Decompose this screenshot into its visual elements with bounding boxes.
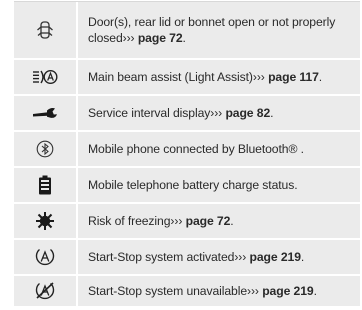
reference-arrow: ›››	[210, 106, 223, 120]
reference-arrow: ›››	[252, 70, 265, 84]
bluetooth-icon	[36, 140, 54, 158]
start-stop-unavailable-icon	[35, 282, 55, 300]
reference-arrow: ›››	[247, 284, 259, 298]
table-row: Service interval display››› page 82.	[14, 96, 360, 132]
row-text: Start-Stop system unavailable	[88, 284, 248, 298]
page-reference-link[interactable]: page 82	[225, 106, 270, 120]
page-reference-link[interactable]: page 72	[186, 214, 231, 228]
wrench-icon	[33, 108, 57, 118]
row-text: Risk of freezing	[88, 214, 171, 228]
table-row: Main beam assist (Light Assist)››› page …	[14, 60, 360, 96]
battery-icon	[39, 175, 51, 195]
row-end: .	[230, 214, 234, 228]
icon-cell	[14, 60, 78, 94]
icon-cell	[14, 96, 78, 130]
row-description: Main beam assist (Light Assist)››› page …	[78, 60, 360, 94]
row-text: Start-Stop system activated	[88, 250, 235, 264]
row-text: Service interval display	[88, 106, 211, 120]
table-row: Mobile telephone battery charge status.	[14, 168, 360, 204]
row-description: Risk of freezing››› page 72.	[78, 204, 360, 238]
icon-cell	[14, 168, 78, 202]
page-reference-link[interactable]: page 72	[138, 31, 183, 45]
row-end: .	[182, 31, 186, 45]
icon-cell	[14, 240, 78, 274]
row-description: Service interval display››› page 82.	[78, 96, 360, 130]
row-text: Mobile telephone battery charge status.	[88, 178, 298, 192]
start-stop-icon	[35, 248, 55, 266]
row-end: .	[270, 106, 274, 120]
row-end: .	[300, 250, 305, 264]
row-description: Start-Stop system unavailable››› page 21…	[78, 276, 360, 306]
icon-cell	[14, 2, 78, 58]
snowflake-icon	[36, 212, 54, 230]
row-description: Door(s), rear lid or bonnet open or not …	[78, 2, 360, 58]
reference-arrow: ›››	[122, 31, 135, 45]
page-reference-link[interactable]: page 219	[250, 250, 301, 264]
icon-cell	[14, 204, 78, 238]
row-text: Main beam assist (Light Assist)	[88, 70, 253, 84]
main-beam-assist-icon	[33, 69, 58, 85]
row-description: Mobile phone connected by Bluetooth® .	[78, 132, 360, 166]
icon-cell	[14, 132, 78, 166]
row-description: Mobile telephone battery charge status.	[78, 168, 360, 202]
reference-arrow: ›››	[170, 214, 183, 228]
row-text: Mobile phone connected by Bluetooth® .	[88, 142, 304, 156]
table-row: Start-Stop system unavailable››› page 21…	[14, 276, 360, 308]
warning-symbol-table: Door(s), rear lid or bonnet open or not …	[14, 1, 360, 308]
table-row: Mobile phone connected by Bluetooth® .	[14, 132, 360, 168]
row-description: Start-Stop system activated››› page 219.	[78, 240, 360, 274]
table-row: Risk of freezing››› page 72.	[14, 204, 360, 240]
page-reference-link[interactable]: page 219	[262, 284, 313, 298]
page-reference-link[interactable]: page 117	[268, 70, 319, 84]
row-end: .	[318, 70, 323, 84]
door-open-icon	[37, 21, 53, 39]
icon-cell	[14, 276, 78, 306]
row-end: .	[313, 284, 317, 298]
table-row: Door(s), rear lid or bonnet open or not …	[14, 2, 360, 60]
reference-arrow: ›››	[234, 250, 247, 264]
table-row: Start-Stop system activated››› page 219.	[14, 240, 360, 276]
